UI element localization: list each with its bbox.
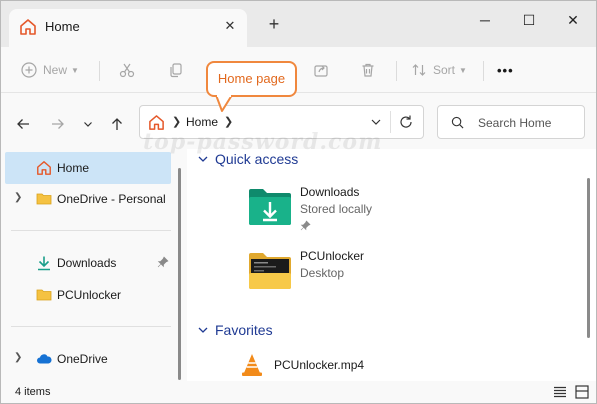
details-view-icon[interactable]	[552, 384, 568, 400]
favorites-item-pcunlocker-mp4[interactable]: PCUnlocker.mp4	[241, 353, 441, 377]
sidebar-item-label: PCUnlocker	[57, 288, 122, 302]
breadcrumb-chevron-icon[interactable]: ❯	[172, 115, 181, 128]
sidebar-divider	[11, 230, 171, 231]
back-button[interactable]	[12, 113, 34, 135]
home-page-callout: Home page	[206, 61, 297, 97]
refresh-icon[interactable]	[398, 114, 414, 130]
breadcrumb-home[interactable]: Home	[186, 115, 218, 129]
chevron-down-icon[interactable]	[368, 114, 384, 130]
cut-button[interactable]	[119, 57, 135, 83]
sidebar-item-onedrive-personal[interactable]: ❯ OneDrive - Personal	[5, 183, 171, 215]
callout-pointer	[215, 95, 233, 112]
status-bar: 4 items	[1, 381, 596, 403]
quick-access-item-downloads[interactable]: Downloads Stored locally	[247, 185, 447, 231]
folder-icon	[36, 289, 52, 301]
tab-close-icon[interactable]: ✕	[219, 15, 241, 37]
tiles-view-icon[interactable]	[574, 384, 590, 400]
close-window-button[interactable]: ✕	[553, 5, 593, 35]
navigation-pane: Home ❯ OneDrive - Personal Downloads PCU…	[1, 149, 187, 381]
item-name: PCUnlocker	[300, 249, 365, 263]
sidebar-scrollbar[interactable]	[178, 168, 181, 380]
sidebar-item-home[interactable]: Home	[5, 152, 171, 184]
pin-icon	[157, 256, 169, 268]
new-tab-button[interactable]: +	[263, 13, 285, 35]
recent-locations-button[interactable]	[77, 113, 99, 135]
pcunlocker-folder-icon	[249, 253, 291, 289]
maximize-button[interactable]: ☐	[509, 5, 549, 35]
downloads-folder-icon	[249, 189, 291, 225]
chevron-down-icon	[84, 122, 92, 127]
arrow-left-icon	[17, 119, 29, 129]
command-bar: New ▼ Sort ▼ •••	[1, 47, 596, 93]
sidebar-item-label: OneDrive	[57, 352, 108, 366]
favorites-title: Favorites	[215, 322, 273, 338]
item-location: Stored locally	[300, 202, 373, 216]
pin-icon	[300, 220, 311, 231]
new-label: New	[43, 63, 68, 77]
arrow-up-icon	[112, 118, 122, 130]
quick-access-title: Quick access	[215, 151, 299, 167]
chevron-right-icon[interactable]: ❯	[14, 192, 22, 203]
arrow-right-icon	[52, 119, 64, 129]
plus-circle-icon	[21, 62, 37, 78]
chevron-down-icon: ▼	[71, 65, 79, 75]
item-location: Desktop	[300, 266, 345, 280]
trash-icon	[362, 63, 374, 77]
tab-title: Home	[45, 19, 80, 34]
scissors-icon	[119, 63, 135, 78]
tab-home[interactable]: Home ✕	[9, 9, 247, 47]
toolbar-divider	[483, 61, 484, 81]
share-button[interactable]	[313, 57, 329, 83]
item-name: Downloads	[300, 185, 360, 199]
sidebar-item-pcunlocker[interactable]: PCUnlocker	[5, 279, 171, 311]
chevron-right-icon[interactable]: ❯	[14, 352, 22, 363]
sidebar-item-downloads[interactable]: Downloads	[5, 247, 171, 279]
up-button[interactable]	[106, 113, 128, 135]
toolbar-divider	[396, 61, 397, 81]
minimize-button[interactable]: ─	[465, 5, 505, 35]
vlc-icon	[242, 354, 262, 376]
search-icon	[451, 116, 464, 129]
new-button[interactable]: New ▼	[21, 57, 79, 83]
folder-icon	[36, 193, 52, 205]
address-divider	[390, 111, 391, 133]
sidebar-item-label: Home	[57, 161, 90, 175]
share-icon	[314, 65, 328, 77]
breadcrumb-chevron-icon[interactable]: ❯	[224, 115, 233, 128]
chevron-down-icon	[198, 327, 208, 333]
sidebar-item-label: OneDrive - Personal	[57, 192, 166, 206]
home-icon	[37, 161, 51, 175]
item-name: PCUnlocker.mp4	[274, 358, 365, 372]
sidebar-item-label: Downloads	[57, 256, 117, 270]
chevron-down-icon: ▼	[459, 65, 467, 75]
copy-button[interactable]	[168, 57, 184, 83]
favorites-header[interactable]: Favorites	[197, 322, 273, 338]
download-icon	[38, 256, 50, 271]
home-icon	[20, 19, 36, 35]
quick-access-header[interactable]: Quick access	[197, 151, 298, 167]
sidebar-divider	[11, 326, 171, 327]
forward-button[interactable]	[47, 113, 69, 135]
sort-icon	[412, 64, 426, 76]
search-box[interactable]: Search Home	[437, 105, 585, 139]
toolbar-divider	[99, 61, 100, 81]
search-placeholder: Search Home	[478, 116, 552, 130]
sort-label: Sort	[433, 63, 456, 77]
quick-access-item-pcunlocker[interactable]: PCUnlocker Desktop	[247, 249, 447, 295]
cloud-icon	[37, 354, 52, 364]
more-options-button[interactable]: •••	[497, 57, 514, 83]
file-explorer-window: Home ✕ + ─ ☐ ✕ New ▼ Sort ▼ ••• Home pag…	[0, 0, 597, 404]
chevron-down-icon	[198, 156, 208, 162]
copy-icon	[170, 63, 182, 78]
delete-button[interactable]	[360, 57, 376, 83]
sort-button[interactable]: Sort ▼	[411, 57, 467, 83]
title-bar: Home ✕ + ─ ☐ ✕	[1, 1, 596, 47]
item-count: 4 items	[15, 386, 51, 398]
sidebar-item-onedrive[interactable]: ❯ OneDrive	[5, 343, 171, 375]
content-scrollbar[interactable]	[587, 178, 590, 338]
